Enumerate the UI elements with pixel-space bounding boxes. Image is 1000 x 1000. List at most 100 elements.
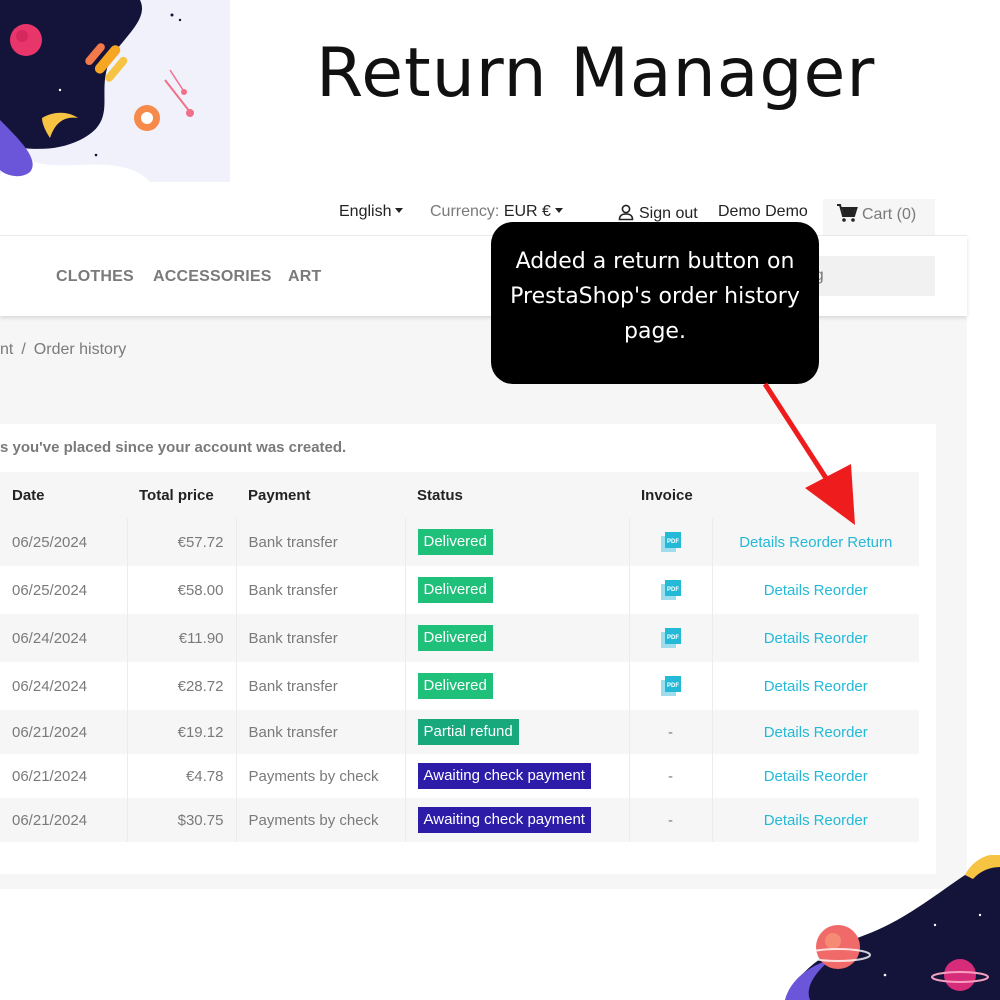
nav-item-clothes[interactable]: CLOTHES	[56, 268, 134, 286]
user-icon	[618, 204, 634, 221]
order-total-price: €28.72	[127, 662, 237, 710]
table-row: 06/24/2024 €11.90 Bank transfer Delivered PD…	[0, 614, 919, 662]
order-total-price: $30.75	[127, 798, 237, 842]
reorder-link[interactable]: Reorder	[814, 678, 868, 695]
reorder-link[interactable]: Reorder	[814, 724, 868, 741]
caret-down-icon	[554, 208, 563, 213]
no-invoice: -	[668, 811, 673, 829]
nav-item-accessories[interactable]: ACCESSORIES	[153, 268, 272, 286]
callout-line: page.	[624, 319, 686, 344]
svg-text:PDF: PDF	[667, 635, 679, 641]
details-link[interactable]: Details	[739, 534, 785, 551]
currency-value: EUR €	[503, 203, 551, 220]
order-invoice: -	[629, 798, 713, 842]
language-label: English	[339, 203, 392, 220]
order-payment: Bank transfer	[236, 566, 406, 614]
status-badge: Awaiting check payment	[417, 807, 591, 833]
space-decoration-bottom	[785, 855, 1000, 1000]
details-link[interactable]: Details	[764, 582, 810, 599]
annotation-callout: Added a return button on PrestaShop's or…	[491, 222, 819, 384]
no-invoice: -	[668, 767, 673, 785]
no-invoice: -	[668, 723, 673, 741]
space-decoration-top	[0, 0, 230, 182]
language-selector[interactable]: English	[339, 203, 404, 221]
status-badge: Delivered	[417, 625, 493, 651]
status-badge: Partial refund	[417, 719, 519, 745]
currency-selector[interactable]: Currency: EUR €	[430, 203, 563, 221]
pdf-icon[interactable]: PDF	[660, 531, 682, 553]
shop-page: English Currency: EUR € Sign out Demo De…	[0, 183, 967, 889]
order-status: Delivered	[405, 518, 630, 566]
order-date: 06/24/2024	[0, 662, 128, 710]
order-payment: Payments by check	[236, 754, 406, 798]
order-status: Awaiting check payment	[405, 754, 630, 798]
breadcrumb-separator: /	[21, 341, 26, 358]
sign-out-label: Sign out	[639, 205, 698, 222]
order-invoice: -	[629, 754, 713, 798]
header-payment: Payment	[236, 472, 405, 518]
reorder-link[interactable]: Reorder	[789, 534, 843, 551]
order-status: Delivered	[405, 566, 630, 614]
order-date: 06/25/2024	[0, 518, 128, 566]
order-actions: Details Reorder	[712, 754, 919, 798]
status-badge: Delivered	[417, 529, 493, 555]
reorder-link[interactable]: Reorder	[814, 582, 868, 599]
order-actions: Details Reorder	[712, 798, 919, 842]
red-arrow-icon	[762, 382, 855, 525]
details-link[interactable]: Details	[764, 630, 810, 647]
order-actions: Details Reorder	[712, 710, 919, 754]
order-invoice: -	[629, 710, 713, 754]
order-total-price: €58.00	[127, 566, 237, 614]
cart-label: Cart (0)	[862, 206, 917, 223]
pdf-icon[interactable]: PDF	[660, 627, 682, 649]
order-date: 06/21/2024	[0, 710, 128, 754]
table-row: 06/21/2024 €4.78 Payments by check Awaiting…	[0, 754, 919, 798]
svg-text:PDF: PDF	[667, 683, 679, 689]
order-invoice: PDF	[629, 614, 713, 662]
return-link[interactable]: Return	[847, 534, 892, 551]
caret-down-icon	[395, 208, 404, 213]
reorder-link[interactable]: Reorder	[814, 768, 868, 785]
details-link[interactable]: Details	[764, 678, 810, 695]
order-status: Partial refund	[405, 710, 630, 754]
pdf-icon[interactable]: PDF	[660, 579, 682, 601]
table-row: 06/21/2024 €19.12 Bank transfer Partial ref…	[0, 710, 919, 754]
order-total-price: €19.12	[127, 710, 237, 754]
order-invoice: PDF	[629, 518, 713, 566]
nav-item-art[interactable]: ART	[288, 268, 321, 286]
callout-line: PrestaShop's order history	[510, 284, 800, 309]
order-total-price: €57.72	[127, 518, 237, 566]
details-link[interactable]: Details	[764, 724, 810, 741]
order-status: Delivered	[405, 614, 630, 662]
order-payment: Payments by check	[236, 798, 406, 842]
header-date: Date	[0, 472, 127, 518]
order-payment: Bank transfer	[236, 518, 406, 566]
details-link[interactable]: Details	[764, 768, 810, 785]
intro-text: s you've placed since your account was c…	[0, 439, 347, 456]
order-payment: Bank transfer	[236, 662, 406, 710]
cart-icon	[837, 204, 858, 222]
order-status: Awaiting check payment	[405, 798, 630, 842]
cart-button[interactable]: Cart (0)	[823, 199, 935, 235]
account-name-link[interactable]: Demo Demo	[718, 203, 808, 221]
order-invoice: PDF	[629, 566, 713, 614]
order-actions: Details Reorder	[712, 662, 919, 710]
order-date: 06/25/2024	[0, 566, 128, 614]
main-header: CLOTHES ACCESSORIES ART	[0, 236, 967, 316]
reorder-link[interactable]: Reorder	[814, 812, 868, 829]
table-row: 06/24/2024 €28.72 Bank transfer Delivered PD…	[0, 662, 919, 710]
details-link[interactable]: Details	[764, 812, 810, 829]
breadcrumb-account[interactable]: nt	[0, 341, 13, 358]
pdf-icon[interactable]: PDF	[660, 675, 682, 697]
header-total-price: Total price	[127, 472, 236, 518]
breadcrumb: nt / Order history	[0, 341, 126, 359]
order-actions: Details Reorder	[712, 566, 919, 614]
svg-text:PDF: PDF	[667, 587, 679, 593]
order-actions: Details Reorder	[712, 614, 919, 662]
order-status: Delivered	[405, 662, 630, 710]
top-bar: English Currency: EUR € Sign out Demo De…	[0, 183, 967, 236]
breadcrumb-order-history: Order history	[33, 341, 127, 358]
reorder-link[interactable]: Reorder	[814, 630, 868, 647]
currency-label: Currency:	[430, 203, 500, 220]
sign-out-link[interactable]: Sign out	[617, 203, 698, 223]
